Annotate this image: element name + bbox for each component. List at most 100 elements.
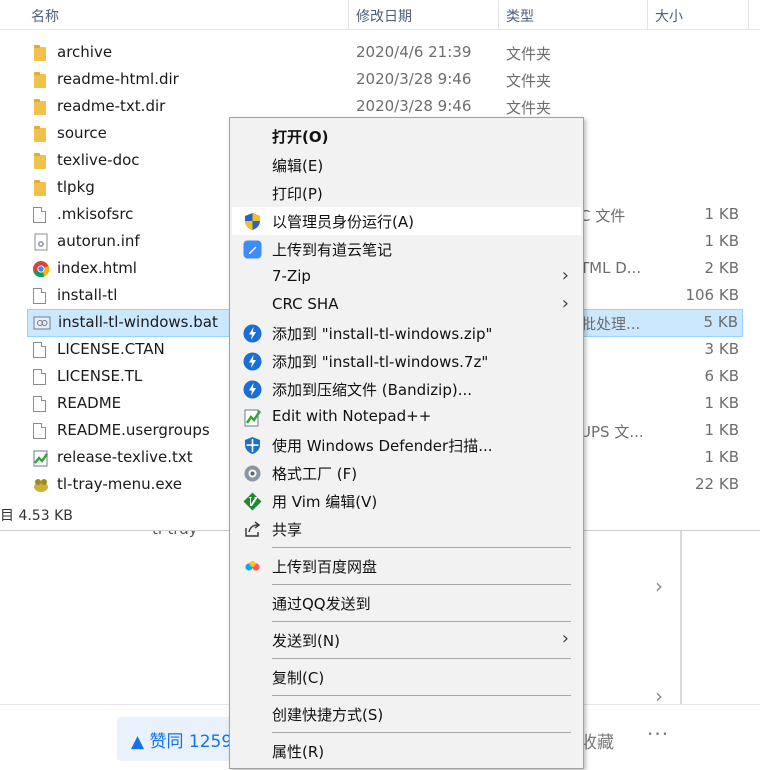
menu-separator xyxy=(272,658,571,659)
file-name: tl-tray-menu.exe xyxy=(57,475,182,493)
file-size: 1 KB xyxy=(704,421,739,439)
menu-item-edit[interactable]: 编辑(E) xyxy=(232,151,581,179)
more-button[interactable]: ··· xyxy=(647,722,669,746)
file-date: 2020/4/6 21:39 xyxy=(356,43,472,61)
menu-item-label: 复制(C) xyxy=(272,669,325,687)
youdao-note-icon xyxy=(243,240,262,259)
notepad-plus-plus-file-icon xyxy=(32,449,50,467)
menu-item-label: 属性(R) xyxy=(272,743,325,761)
file-name: autorun.inf xyxy=(57,232,140,250)
settings-file-icon xyxy=(32,233,50,251)
menu-item-label: 创建快捷方式(S) xyxy=(272,706,384,724)
menu-separator xyxy=(272,621,571,622)
document-icon xyxy=(33,369,46,385)
column-divider[interactable] xyxy=(748,0,749,30)
menu-item-label: CRC SHA xyxy=(272,295,339,313)
menu-item-label: 添加到 "install-tl-windows.zip" xyxy=(272,325,493,343)
menu-item-vim-edit[interactable]: 用 Vim 编辑(V) xyxy=(232,487,581,515)
menu-item-add-7z[interactable]: 添加到 "install-tl-windows.7z" xyxy=(232,347,581,375)
upvote-button[interactable]: ▲ 赞同 1259 xyxy=(117,717,237,761)
menu-item-label: 格式工厂 (F) xyxy=(272,465,358,483)
column-divider[interactable] xyxy=(647,0,648,30)
column-header-modified[interactable]: 修改日期 xyxy=(356,6,412,26)
document-icon xyxy=(33,288,46,304)
sort-ascending-icon: ˄ xyxy=(178,0,184,7)
submenu-arrow-icon: › xyxy=(561,628,569,649)
menu-item-label: 共享 xyxy=(272,521,303,539)
menu-item-create-shortcut[interactable]: 创建快捷方式(S) xyxy=(232,700,581,728)
chrome-icon xyxy=(32,260,50,278)
file-row-readme-html[interactable]: readme-html.dir 2020/3/28 9:46 文件夹 xyxy=(27,67,743,93)
file-row-archive[interactable]: archive 2020/4/6 21:39 文件夹 xyxy=(27,40,743,66)
menu-item-send-via-qq[interactable]: 通过QQ发送到 xyxy=(232,589,581,617)
menu-item-format-factory[interactable]: 格式工厂 (F) xyxy=(232,459,581,487)
menu-separator xyxy=(272,584,571,585)
menu-item-label: Edit with Notepad++ xyxy=(272,407,432,425)
bandizip-icon xyxy=(243,324,262,343)
share-icon xyxy=(243,520,262,539)
tl-tray-menu-icon xyxy=(32,476,50,494)
bandizip-icon xyxy=(243,352,262,371)
file-date: 2020/3/28 9:46 xyxy=(356,70,472,88)
vim-icon xyxy=(243,492,262,511)
document-icon xyxy=(33,396,46,412)
windows-defender-icon xyxy=(243,436,262,455)
file-type: 文件夹 xyxy=(506,45,552,63)
submenu-arrow-icon: › xyxy=(561,293,569,314)
menu-item-label: 添加到 "install-tl-windows.7z" xyxy=(272,353,489,371)
menu-item-add-zip[interactable]: 添加到 "install-tl-windows.zip" xyxy=(232,319,581,347)
file-size: 6 KB xyxy=(704,367,739,385)
column-header-size[interactable]: 大小 xyxy=(655,6,683,26)
document-icon xyxy=(33,423,46,439)
favorite-button[interactable]: 收藏 xyxy=(580,728,614,753)
menu-item-label: 7-Zip xyxy=(272,267,311,285)
file-name: LICENSE.CTAN xyxy=(57,340,165,358)
file-name: README xyxy=(57,394,122,412)
file-size: 3 KB xyxy=(704,340,739,358)
file-type: 文件夹 xyxy=(506,72,552,90)
file-name: README.usergroups xyxy=(57,421,210,439)
menu-item-baidu-netdisk[interactable]: 上传到百度网盘 xyxy=(232,552,581,580)
file-size: 1 KB xyxy=(704,232,739,250)
column-divider[interactable] xyxy=(348,0,349,30)
file-type: 批处理... xyxy=(581,315,641,333)
menu-item-send-to[interactable]: 发送到(N) › xyxy=(232,626,581,654)
file-size: 22 KB xyxy=(695,475,739,493)
folder-icon xyxy=(34,45,46,61)
column-divider[interactable] xyxy=(498,0,499,30)
menu-item-7zip[interactable]: 7-Zip › xyxy=(232,263,581,291)
chevron-right-icon[interactable]: › xyxy=(655,574,663,598)
file-size: 1 KB xyxy=(704,205,739,223)
folder-icon xyxy=(34,180,46,196)
file-size: 106 KB xyxy=(685,286,739,304)
context-menu: 打开(O) 编辑(E) 打印(P) 以管理员身份运行(A) 上传到有道云笔记 7… xyxy=(229,117,584,769)
menu-item-open[interactable]: 打开(O) xyxy=(232,122,581,150)
menu-item-defender-scan[interactable]: 使用 Windows Defender扫描... xyxy=(232,431,581,459)
menu-item-share[interactable]: 共享 xyxy=(232,515,581,543)
file-name: texlive-doc xyxy=(57,151,140,169)
file-name: readme-html.dir xyxy=(57,70,179,88)
column-header-name[interactable]: 名称 xyxy=(31,6,59,26)
menu-item-run-as-admin[interactable]: 以管理员身份运行(A) xyxy=(232,207,581,235)
folder-icon xyxy=(34,126,46,142)
document-icon xyxy=(33,342,46,358)
menu-item-crc-sha[interactable]: CRC SHA › xyxy=(232,291,581,319)
menu-item-print[interactable]: 打印(P) xyxy=(232,179,581,207)
menu-item-add-archive-bandizip[interactable]: 添加到压缩文件 (Bandizip)... xyxy=(232,375,581,403)
background-divider xyxy=(680,530,682,705)
file-name: archive xyxy=(57,43,113,61)
file-size: 1 KB xyxy=(704,448,739,466)
menu-item-youdao-note[interactable]: 上传到有道云笔记 xyxy=(232,235,581,263)
bandizip-icon xyxy=(243,380,262,399)
menu-item-properties[interactable]: 属性(R) xyxy=(232,737,581,765)
menu-item-label: 添加到压缩文件 (Bandizip)... xyxy=(272,381,473,399)
file-type: UPS 文... xyxy=(580,423,644,441)
menu-item-notepad-plus-plus[interactable]: Edit with Notepad++ xyxy=(232,403,581,431)
file-name: LICENSE.TL xyxy=(57,367,143,385)
file-name: index.html xyxy=(57,259,137,277)
column-header-type[interactable]: 类型 xyxy=(506,6,534,26)
notepad-plus-plus-icon xyxy=(243,408,262,427)
menu-item-label: 通过QQ发送到 xyxy=(272,595,371,613)
menu-item-copy[interactable]: 复制(C) xyxy=(232,663,581,691)
menu-item-label: 打印(P) xyxy=(272,185,323,203)
